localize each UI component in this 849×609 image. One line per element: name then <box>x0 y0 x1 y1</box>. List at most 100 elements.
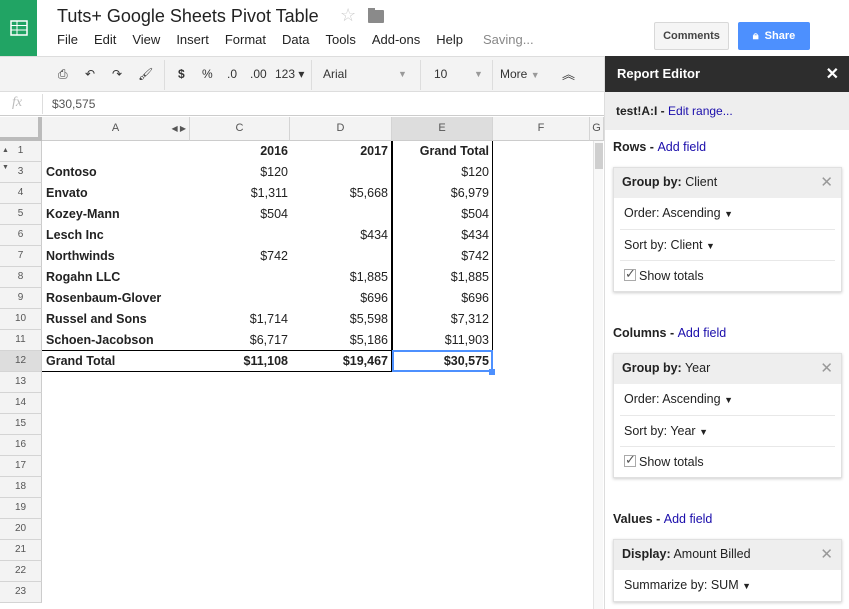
cell-c-9[interactable] <box>192 288 288 309</box>
summarize-dropdown[interactable]: Summarize by: SUM ▼ <box>620 570 835 601</box>
row-header[interactable]: 20 <box>0 519 42 540</box>
cell-d-10[interactable]: $5,598 <box>292 309 388 330</box>
menu-addons[interactable]: Add-ons <box>372 32 420 47</box>
menu-file[interactable]: File <box>57 32 78 47</box>
cell-c-7[interactable]: $742 <box>192 246 288 267</box>
sheets-logo[interactable] <box>0 0 37 56</box>
close-icon[interactable]: ✕ <box>826 64 839 84</box>
cell-d-11[interactable]: $5,186 <box>292 330 388 351</box>
collapse-toolbar-icon[interactable]: ︽ <box>562 64 575 83</box>
row-header[interactable]: 13 <box>0 372 42 393</box>
cell-d-7[interactable] <box>292 246 388 267</box>
row-header[interactable]: 23 <box>0 582 42 603</box>
cell-e-11[interactable]: $11,903 <box>394 330 489 351</box>
menu-view[interactable]: View <box>132 32 160 47</box>
row-header[interactable]: 11 <box>0 330 42 351</box>
checkbox-checked-icon[interactable] <box>624 266 636 282</box>
row-header[interactable]: 21 <box>0 540 42 561</box>
row-header[interactable]: 12 <box>0 351 42 372</box>
rows-order-dropdown[interactable]: Order: Ascending ▼ <box>620 198 835 229</box>
cell-d-9[interactable]: $696 <box>292 288 388 309</box>
columns-show-totals-checkbox[interactable]: Show totals <box>620 446 835 477</box>
cell-c-3[interactable]: $120 <box>192 162 288 183</box>
cell-e-8[interactable]: $1,885 <box>394 267 489 288</box>
checkbox-checked-icon[interactable] <box>624 452 636 468</box>
row-header[interactable]: 5 <box>0 204 42 225</box>
cell-c-4[interactable]: $1,311 <box>192 183 288 204</box>
cell-c-10[interactable]: $1,714 <box>192 309 288 330</box>
cell-c-12[interactable]: $11,108 <box>192 351 289 372</box>
cell-e-5[interactable]: $504 <box>394 204 489 225</box>
cell-d-3[interactable] <box>292 162 388 183</box>
cell-e-3[interactable]: $120 <box>394 162 489 183</box>
cell-d-6[interactable]: $434 <box>292 225 388 246</box>
cell-e-6[interactable]: $434 <box>394 225 489 246</box>
decrease-decimal-button[interactable]: .0 <box>227 67 237 81</box>
folder-icon[interactable] <box>368 8 384 23</box>
paint-format-icon[interactable]: 🖌︎ <box>138 67 153 81</box>
cell-a-5[interactable]: Kozey-Mann <box>46 204 186 225</box>
row-header[interactable]: ▼ 3 <box>0 162 42 183</box>
rows-add-field-link[interactable]: Add field <box>657 140 706 154</box>
selected-cell-e12[interactable] <box>392 350 493 372</box>
font-dropdown-icon[interactable]: ▼ <box>398 69 407 79</box>
cell-a-6[interactable]: Lesch Inc <box>46 225 186 246</box>
cell-d-8[interactable]: $1,885 <box>292 267 388 288</box>
cell-d-4[interactable]: $5,668 <box>292 183 388 204</box>
percent-button[interactable]: % <box>202 67 213 81</box>
hidden-column-arrows-icon[interactable]: ◀ ▶ <box>171 117 186 140</box>
star-icon[interactable]: ☆ <box>340 5 356 26</box>
col-header-a[interactable]: A ◀ ▶ <box>42 117 190 141</box>
cell-d-5[interactable] <box>292 204 388 225</box>
cell-a-10[interactable]: Russel and Sons <box>46 309 186 330</box>
rows-show-totals-checkbox[interactable]: Show totals <box>620 260 835 291</box>
col-header-g[interactable]: G <box>590 117 604 141</box>
cell-a-4[interactable]: Envato <box>46 183 186 204</box>
share-button[interactable]: 🔒︎ Share <box>738 22 810 50</box>
cell-a-8[interactable]: Rogahn LLC <box>46 267 186 288</box>
cell-c-6[interactable] <box>192 225 288 246</box>
cell-c-1[interactable]: 2016 <box>192 141 288 162</box>
font-select[interactable]: Arial <box>323 67 347 81</box>
cell-c-5[interactable]: $504 <box>192 204 288 225</box>
currency-button[interactable]: $ <box>178 67 185 81</box>
remove-icon[interactable]: ✕ <box>820 359 833 377</box>
expand-down-icon[interactable]: ▼ <box>2 158 9 178</box>
cell-a-3[interactable]: Contoso <box>46 162 186 183</box>
row-header[interactable]: 19 <box>0 498 42 519</box>
row-header[interactable]: 16 <box>0 435 42 456</box>
menu-help[interactable]: Help <box>436 32 463 47</box>
menu-data[interactable]: Data <box>282 32 309 47</box>
remove-icon[interactable]: ✕ <box>820 173 833 191</box>
scrollbar-thumb[interactable] <box>595 143 603 169</box>
menu-format[interactable]: Format <box>225 32 266 47</box>
font-size-select[interactable]: 10 <box>434 67 447 81</box>
remove-icon[interactable]: ✕ <box>820 545 833 563</box>
comments-button[interactable]: Comments <box>654 22 729 50</box>
row-header[interactable]: 15 <box>0 414 42 435</box>
columns-sort-dropdown[interactable]: Sort by: Year ▼ <box>620 415 835 446</box>
cell-d-12[interactable]: $19,467 <box>292 351 388 372</box>
number-format-button[interactable]: 123 ▾ <box>275 67 304 81</box>
menu-insert[interactable]: Insert <box>176 32 209 47</box>
cell-e-1[interactable]: Grand Total <box>394 141 489 162</box>
more-button[interactable]: More ▼ <box>500 67 540 81</box>
row-header[interactable]: 6 <box>0 225 42 246</box>
cell-c-11[interactable]: $6,717 <box>192 330 288 351</box>
menu-tools[interactable]: Tools <box>325 32 355 47</box>
menu-edit[interactable]: Edit <box>94 32 116 47</box>
col-header-d[interactable]: D <box>290 117 392 141</box>
row-header[interactable]: 17 <box>0 456 42 477</box>
rows-sort-dropdown[interactable]: Sort by: Client ▼ <box>620 229 835 260</box>
row-header[interactable]: 8 <box>0 267 42 288</box>
cell-a-7[interactable]: Northwinds <box>46 246 186 267</box>
col-header-f[interactable]: F <box>493 117 590 141</box>
cell-e-9[interactable]: $696 <box>394 288 489 309</box>
fill-handle[interactable] <box>489 369 495 375</box>
redo-icon[interactable]: ↷ <box>112 67 122 81</box>
print-icon[interactable]: ⎙ <box>58 67 68 82</box>
cell-e-10[interactable]: $7,312 <box>394 309 489 330</box>
col-header-e[interactable]: E <box>392 117 493 141</box>
cell-a-12[interactable]: Grand Total <box>46 351 186 372</box>
cell-c-8[interactable] <box>192 267 288 288</box>
